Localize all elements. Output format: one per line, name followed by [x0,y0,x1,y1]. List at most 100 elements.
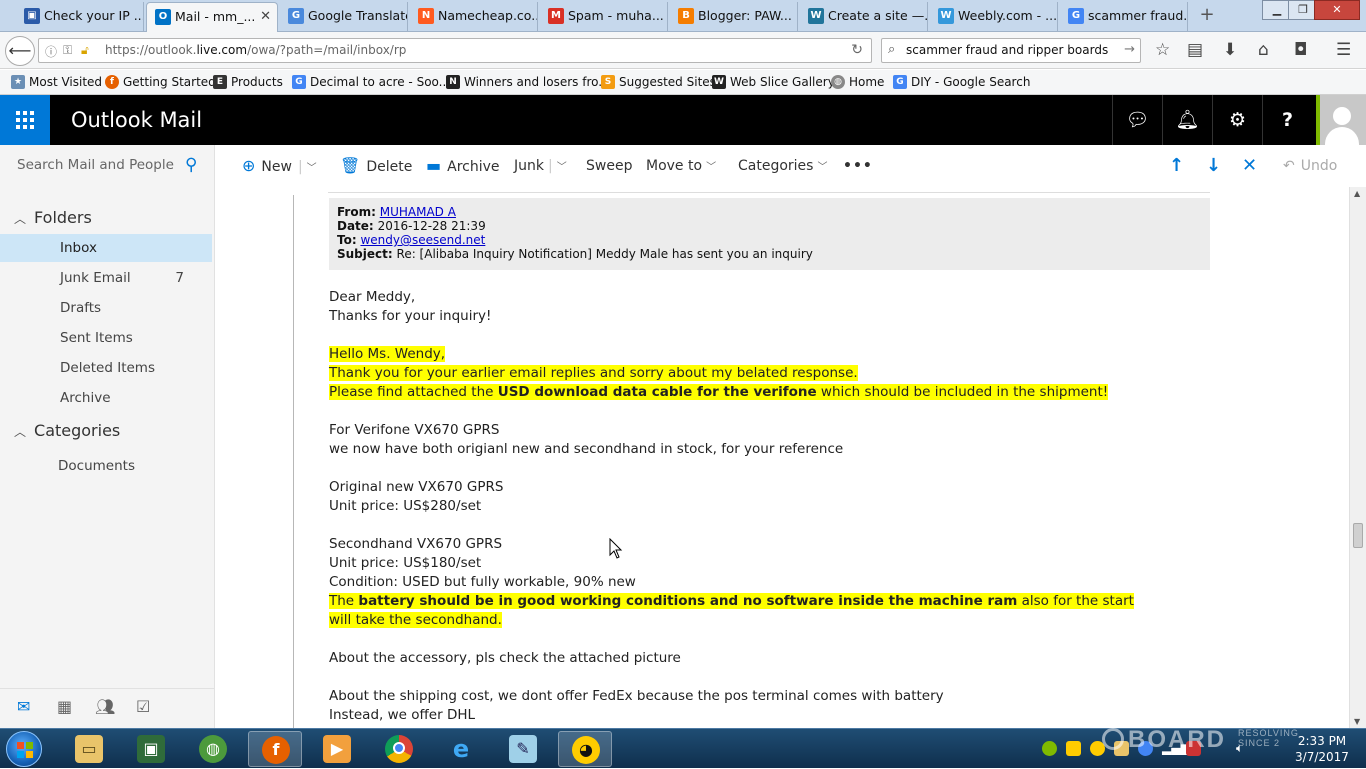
to-link[interactable]: wendy@seesend.net [360,233,485,247]
folder-junk-email[interactable]: Junk Email 7 [0,264,212,292]
bookmark-products[interactable]: E Products [211,70,283,95]
tab-google-search[interactable]: G scammer fraud... [1060,2,1188,31]
new-tab-icon[interactable]: + [1196,4,1218,26]
url-bar[interactable]: ⓘ ⚿ 🔓︎ https://outlook.live.com/owa/?pat… [38,38,872,63]
taskbar-media-player[interactable]: ▶ [310,731,364,767]
folder-label: Deleted Items [60,360,155,376]
avatar[interactable] [1316,95,1366,145]
back-button[interactable]: ⟵ [5,36,35,66]
close-window-icon[interactable]: ✕ [1314,0,1360,20]
bookmark-suggested-sites[interactable]: S Suggested Sites [599,70,716,95]
bookmark-home[interactable]: ◍ Home [829,70,884,95]
bookmark-getting-started[interactable]: f Getting Started [103,70,216,95]
tray-app-icon[interactable] [1042,741,1057,756]
browser-search-box[interactable]: ⌕ scammer fraud and ripper boards → [881,38,1141,63]
taskbar-cyberghost[interactable]: ◕ [558,731,612,767]
previous-message-button[interactable]: ↑ [1169,145,1184,187]
sweep-button[interactable]: Sweep [586,145,632,187]
taskbar-explorer[interactable]: ▭ [62,731,116,767]
taskbar-internet-explorer[interactable]: e [434,731,488,767]
undo-button[interactable]: ↶ Undo [1283,145,1337,187]
sweep-label: Sweep [586,158,633,174]
chrome-icon [385,735,413,763]
skype-chat-button[interactable]: 💬︎ [1112,95,1162,145]
close-message-button[interactable]: ✕ [1242,145,1257,187]
folder-deleted-items[interactable]: Deleted Items [0,354,212,382]
vertical-scrollbar[interactable]: ▲ ▼ [1349,187,1366,728]
archive-button[interactable]: ▬ Archive [426,145,500,188]
from-link[interactable]: MUHAMAD A [380,205,456,219]
reload-icon[interactable]: ↻ [851,42,863,58]
tab-outlook-mail[interactable]: O Mail - mm_... ✕ [146,2,278,33]
bookmark-star-icon[interactable]: ☆ [1155,40,1170,60]
go-arrow-icon[interactable]: → [1124,42,1135,57]
folder-sent-items[interactable]: Sent Items [0,324,212,352]
url-text[interactable]: https://outlook.live.com/owa/?path=/mail… [105,39,406,62]
categories-button[interactable]: Categories ﹀ [738,145,827,189]
text-run: which should be included in the shipment… [816,384,1109,400]
folder-inbox[interactable]: Inbox [0,234,212,262]
folder-drafts[interactable]: Drafts [0,294,212,322]
download-icon[interactable]: ⬇ [1223,40,1237,60]
taskbar-notepad[interactable]: ✎ [496,731,550,767]
taskbar-app-terminal[interactable]: ▣ [124,731,178,767]
help-button[interactable]: ? [1262,95,1312,145]
pocket-icon[interactable]: ◘ [1294,40,1307,60]
scroll-down-icon[interactable]: ▼ [1354,717,1360,726]
new-button[interactable]: ⊕ New | ﹀ [242,145,317,190]
taskbar-app-globe[interactable]: ◍ [186,731,240,767]
settings-button[interactable]: ⚙ [1212,95,1262,145]
tab-weebly[interactable]: W Weebly.com - ... [930,2,1058,31]
delete-button[interactable]: 🗑︎ Delete [340,145,412,188]
category-documents[interactable]: Documents [0,452,212,480]
message-body: Dear Meddy, Thanks for your inquiry! Hel… [329,288,1209,725]
menu-icon[interactable]: ☰ [1336,40,1351,60]
tray-app-icon[interactable] [1066,741,1081,756]
text-run: The [329,593,359,609]
taskbar-chrome[interactable] [372,731,426,767]
scroll-up-icon[interactable]: ▲ [1354,189,1360,198]
search-mail-input[interactable]: Search Mail and People ⚲ [0,145,215,187]
tab-wordpress[interactable]: W Create a site —... [800,2,928,31]
tab-gmail-spam[interactable]: M Spam - muha... [540,2,668,31]
tasks-icon[interactable]: ☑ [136,697,150,716]
folder-archive[interactable]: Archive [0,384,212,412]
close-tab-icon[interactable]: ✕ [260,3,271,31]
search-icon: ⌕ [888,42,896,57]
chevron-down-icon[interactable]: ﹀ [557,162,567,173]
search-icon[interactable]: ⚲ [185,155,197,175]
bookmark-most-visited[interactable]: ★ Most Visited [9,70,102,95]
bookmark-web-slice-gallery[interactable]: W Web Slice Gallery [710,70,835,95]
tab-google-translate[interactable]: G Google Translate [280,2,408,31]
mail-icon[interactable]: ✉ [17,697,30,716]
scroll-thumb[interactable] [1353,523,1363,548]
categories-section-header[interactable]: ︿ Categories [14,421,120,440]
bookmark-label: Most Visited [29,75,103,89]
taskbar-firefox[interactable]: f [248,731,302,767]
bookmark-decimal-to-acre[interactable]: G Decimal to acre - Soo... [290,70,450,95]
tab-blogger[interactable]: B Blogger: PAW... [670,2,798,31]
bookmark-winners-losers[interactable]: N Winners and losers fro... [444,70,610,95]
move-to-button[interactable]: Move to ﹀ [646,145,716,189]
tab-namecheap[interactable]: N Namecheap.co... [410,2,538,31]
chevron-down-icon[interactable]: ﹀ [307,163,317,174]
browser-search-value[interactable]: scammer fraud and ripper boards [906,39,1108,62]
folders-section-header[interactable]: ︿ Folders [14,208,92,227]
tab-title: Check your IP ... [44,8,144,23]
more-commands-button[interactable]: ••• [843,145,873,187]
quote-divider [293,195,294,728]
next-message-button[interactable]: ↓ [1206,145,1221,187]
people-icon[interactable]: 👥︎ [95,697,115,716]
arrow-up-icon: ↑ [1169,155,1185,176]
home-icon[interactable]: ⌂ [1258,40,1269,60]
calendar-icon[interactable]: ▦ [57,697,72,716]
reading-list-icon[interactable]: ▤ [1187,40,1203,60]
plus-circle-icon: ⊕ [242,156,256,175]
start-button[interactable] [6,731,42,767]
junk-button[interactable]: Junk | ﹀ [514,145,567,189]
notifications-button[interactable]: 🔔︎ [1162,95,1212,145]
bookmark-diy-google-search[interactable]: G DIY - Google Search [891,70,1030,95]
tab-check-ip[interactable]: ▣ Check your IP ... [16,2,144,31]
internet-explorer-icon: e [452,735,470,763]
app-launcher-button[interactable] [0,95,50,145]
